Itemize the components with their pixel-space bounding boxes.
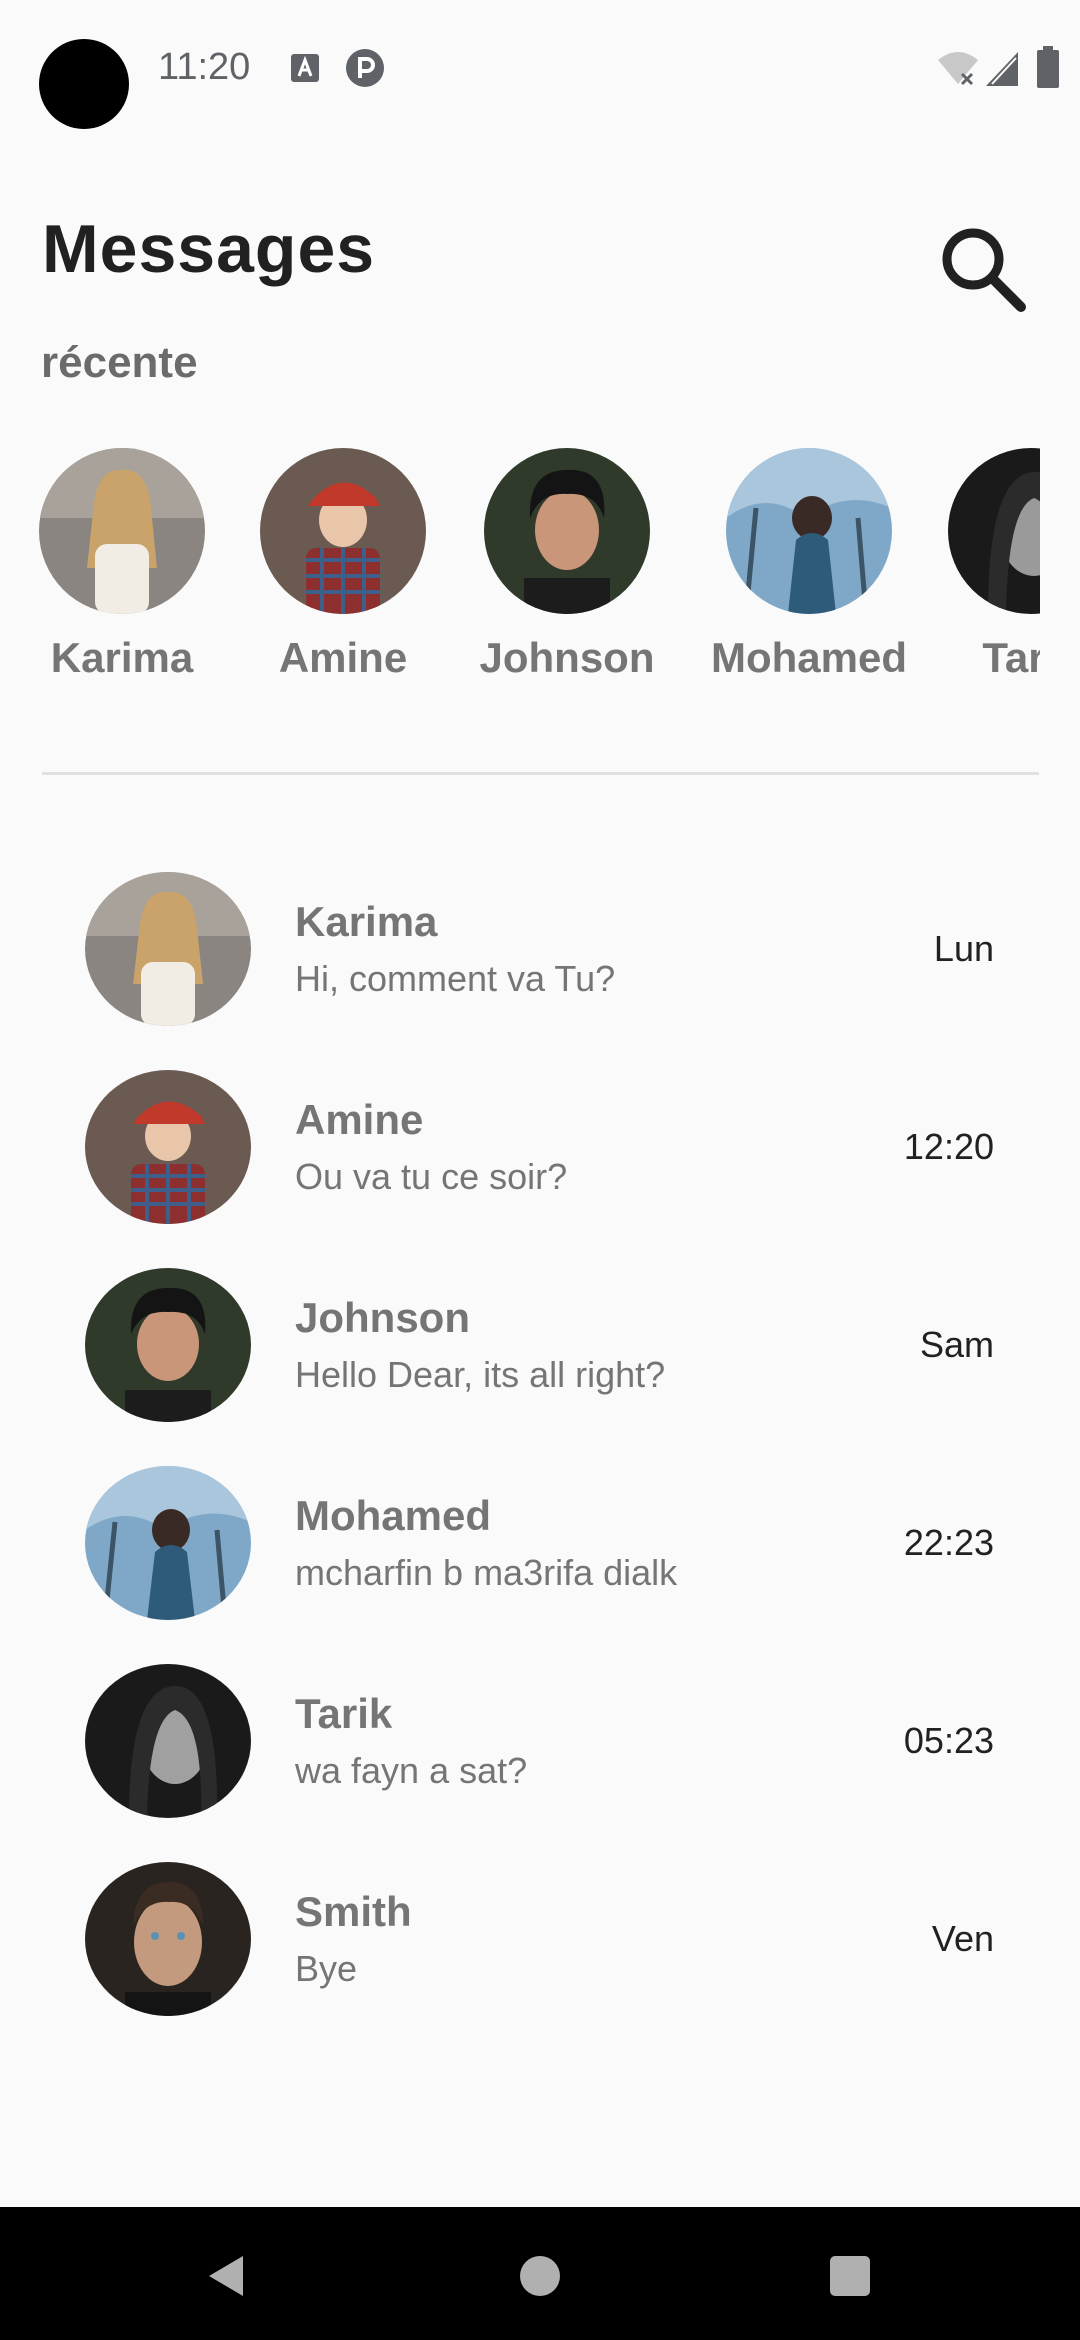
conversation-time: 22:23 — [903, 1522, 994, 1563]
recent-section-label: récente — [41, 338, 198, 387]
conversation-time: 12:20 — [903, 1126, 994, 1167]
recent-contact-item[interactable]: Johnson — [452, 448, 682, 682]
conversation-name: Smith — [295, 1888, 412, 1935]
battery-icon — [1037, 46, 1059, 88]
conversation-row[interactable]: Smith Bye Ven — [0, 1862, 1080, 2022]
wifi-icon — [936, 48, 980, 88]
avatar — [85, 1070, 251, 1224]
conversation-row[interactable]: Mohamed mcharfin b ma3rifa dialk 22:23 — [0, 1466, 1080, 1626]
recent-contact-item[interactable]: Amine — [228, 448, 458, 682]
conversation-preview: Hi, comment va Tu? — [295, 958, 616, 999]
recent-contact-item[interactable]: Karima — [7, 448, 237, 682]
avatar — [39, 448, 205, 614]
avatar — [85, 1862, 251, 2016]
conversation-preview: Hello Dear, its all right? — [295, 1354, 666, 1395]
recent-contact-name: Tarik — [982, 634, 1040, 681]
status-time: 11:20 — [158, 46, 251, 88]
avatar — [260, 448, 426, 614]
back-icon[interactable] — [205, 2254, 245, 2298]
conversation-time: 05:23 — [903, 1720, 994, 1761]
avatar — [948, 448, 1040, 614]
search-icon[interactable] — [937, 223, 1029, 315]
home-icon[interactable] — [520, 2256, 560, 2296]
conversation-time: Ven — [931, 1918, 994, 1959]
page-title: Messages — [42, 211, 376, 287]
conversation-row[interactable]: Amine Ou va tu ce soir? 12:20 — [0, 1070, 1080, 1230]
recent-contact-name: Mohamed — [710, 634, 907, 681]
divider — [42, 772, 1039, 775]
conversation-preview: wa fayn a sat? — [295, 1750, 528, 1791]
conversation-preview: mcharfin b ma3rifa dialk — [295, 1552, 678, 1593]
notification-p-icon — [345, 48, 385, 88]
conversation-row[interactable]: Tarik wa fayn a sat? 05:23 — [0, 1664, 1080, 1824]
recent-contact-name: Johnson — [479, 634, 655, 681]
conversation-time: Sam — [919, 1324, 994, 1365]
status-bar: 11:20 — [0, 0, 1080, 140]
recent-contact-item[interactable]: Mohamed — [694, 448, 924, 682]
navigation-bar — [0, 2207, 1080, 2340]
avatar — [85, 872, 251, 1026]
conversation-name: Tarik — [295, 1690, 393, 1737]
recent-contact-name: Karima — [50, 634, 194, 681]
conversation-row[interactable]: Johnson Hello Dear, its all right? Sam — [0, 1268, 1080, 1428]
notification-a-icon — [290, 53, 320, 83]
conversation-name: Amine — [295, 1096, 424, 1143]
recent-contacts-list[interactable]: Karima Amine Johnson Mohamed Tarik — [0, 448, 1040, 698]
avatar — [85, 1664, 251, 1818]
conversation-name: Karima — [295, 898, 438, 945]
avatar — [85, 1268, 251, 1422]
signal-icon — [984, 48, 1020, 88]
conversation-row[interactable]: Karima Hi, comment va Tu? Lun — [0, 872, 1080, 1032]
conversation-name: Johnson — [295, 1294, 470, 1341]
recent-contact-item[interactable]: Tarik — [916, 448, 1040, 682]
camera-cutout — [39, 39, 129, 129]
conversation-preview: Ou va tu ce soir? — [295, 1156, 568, 1197]
conversation-name: Mohamed — [295, 1492, 492, 1539]
avatar — [726, 448, 892, 614]
recent-contact-name: Amine — [278, 634, 408, 681]
avatar — [85, 1466, 251, 1620]
conversation-time: Lun — [933, 928, 994, 969]
recents-icon[interactable] — [830, 2256, 870, 2296]
avatar — [484, 448, 650, 614]
conversation-preview: Bye — [295, 1948, 358, 1989]
